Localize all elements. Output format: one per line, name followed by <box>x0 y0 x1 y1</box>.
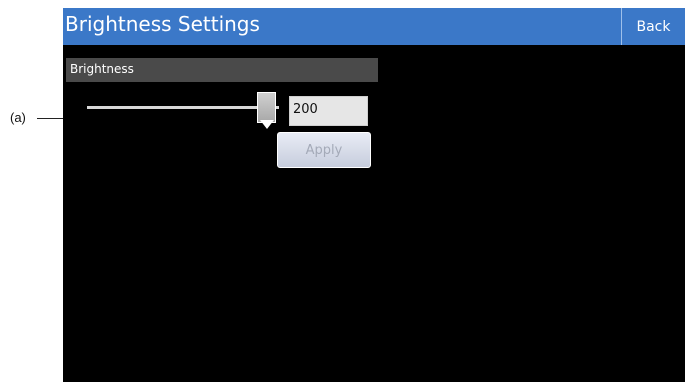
back-button[interactable]: Back <box>621 8 685 45</box>
brightness-value-input[interactable] <box>289 96 368 126</box>
figure: (a) Brightness Settings Back Brightness … <box>0 0 685 382</box>
brightness-slider-thumb[interactable] <box>257 92 276 123</box>
device-screen: Brightness Settings Back Brightness Appl… <box>63 8 685 382</box>
page-title: Brightness Settings <box>65 12 260 36</box>
slider-pointer-icon <box>260 120 274 129</box>
apply-button[interactable]: Apply <box>277 132 371 168</box>
brightness-slider-track[interactable] <box>87 106 279 109</box>
title-bar: Brightness Settings Back <box>63 8 685 45</box>
brightness-section-label: Brightness <box>70 62 134 76</box>
brightness-section-header: Brightness <box>66 58 378 82</box>
callout-label: (a) <box>10 110 26 125</box>
